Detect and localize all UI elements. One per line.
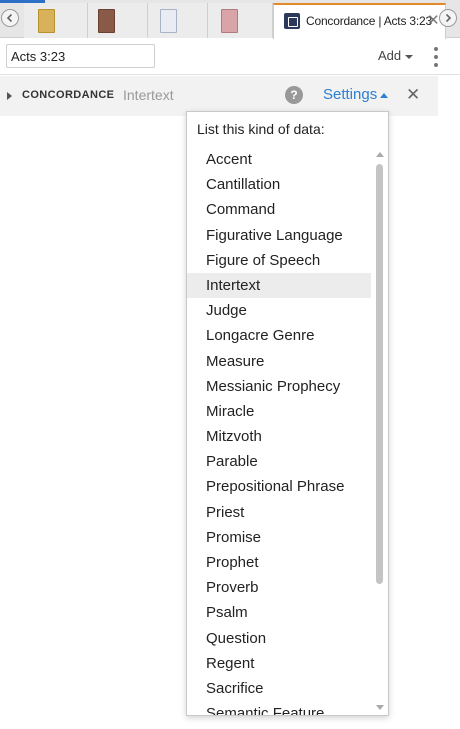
list-item[interactable]: Accent (187, 147, 371, 172)
settings-button[interactable]: Settings (323, 86, 389, 103)
close-panel-icon[interactable]: ✕ (406, 85, 420, 105)
reference-bar: Add (0, 39, 460, 75)
book-cover-icon (38, 9, 55, 33)
scroll-down-icon[interactable] (376, 705, 384, 710)
panel-title: CONCORDANCE (22, 89, 115, 101)
list-item[interactable]: Regent (187, 651, 371, 676)
list-item[interactable]: Sacrifice (187, 676, 371, 701)
book-cover-icon (221, 9, 238, 33)
tabs-forward-icon[interactable] (439, 9, 457, 27)
scrollbar-thumb[interactable] (376, 164, 383, 584)
list-item[interactable]: Measure (187, 349, 371, 374)
book-cover-icon (98, 9, 115, 33)
expand-triangle-icon[interactable] (7, 92, 12, 100)
dropdown-heading: List this kind of data: (197, 121, 325, 137)
list-item[interactable]: Miracle (187, 399, 371, 424)
tab-title: Concordance | Acts 3:23 (306, 14, 432, 28)
tabs-back-icon[interactable] (1, 9, 19, 27)
tab-strip: Concordance | Acts 3:23 ✕ (0, 0, 460, 39)
settings-label: Settings (323, 86, 378, 103)
reference-input[interactable] (6, 44, 155, 68)
list-item[interactable]: Figurative Language (187, 223, 371, 248)
list-item[interactable]: Messianic Prophecy (187, 374, 371, 399)
list-item[interactable]: Cantillation (187, 172, 371, 197)
add-button-label: Add (378, 48, 402, 63)
list-item[interactable]: Semantic Feature (187, 701, 371, 715)
tab-resource-4[interactable] (208, 3, 273, 38)
list-item[interactable]: Command (187, 197, 371, 222)
panel-header: CONCORDANCE Intertext ? Settings ✕ (0, 76, 438, 116)
chevron-up-icon (380, 92, 389, 98)
add-button[interactable]: Add (378, 48, 414, 63)
more-options-icon[interactable] (432, 47, 440, 67)
list-item[interactable]: Priest (187, 500, 371, 525)
list-item[interactable]: Parable (187, 449, 371, 474)
list-item[interactable]: Promise (187, 525, 371, 550)
list-item[interactable]: Longacre Genre (187, 323, 371, 348)
list-item[interactable]: Figure of Speech (187, 248, 371, 273)
list-item[interactable]: Prophet (187, 550, 371, 575)
tab-resource-1[interactable] (24, 3, 88, 38)
book-cover-icon (160, 9, 177, 33)
data-type-dropdown: List this kind of data: Accent Cantillat… (186, 111, 389, 716)
list-item[interactable]: Psalm (187, 600, 371, 625)
tab-concordance[interactable]: Concordance | Acts 3:23 ✕ (273, 3, 446, 39)
help-icon[interactable]: ? (285, 86, 303, 104)
list-item[interactable]: Intertext (187, 272, 371, 299)
scroll-up-icon[interactable] (376, 152, 384, 157)
close-tab-icon[interactable]: ✕ (427, 11, 440, 29)
list-item[interactable]: Question (187, 626, 371, 651)
panel-subtitle: Intertext (123, 87, 174, 103)
list-item[interactable]: Mitzvoth (187, 424, 371, 449)
list-item[interactable]: Prepositional Phrase (187, 474, 371, 499)
list-item[interactable]: Proverb (187, 575, 371, 600)
list-item[interactable]: Judge (187, 298, 371, 323)
data-type-list: Accent Cantillation Command Figurative L… (187, 147, 371, 715)
tab-resource-3[interactable] (148, 3, 208, 38)
tab-resource-2[interactable] (88, 3, 148, 38)
chevron-down-icon (405, 54, 414, 59)
concordance-icon (284, 13, 300, 29)
